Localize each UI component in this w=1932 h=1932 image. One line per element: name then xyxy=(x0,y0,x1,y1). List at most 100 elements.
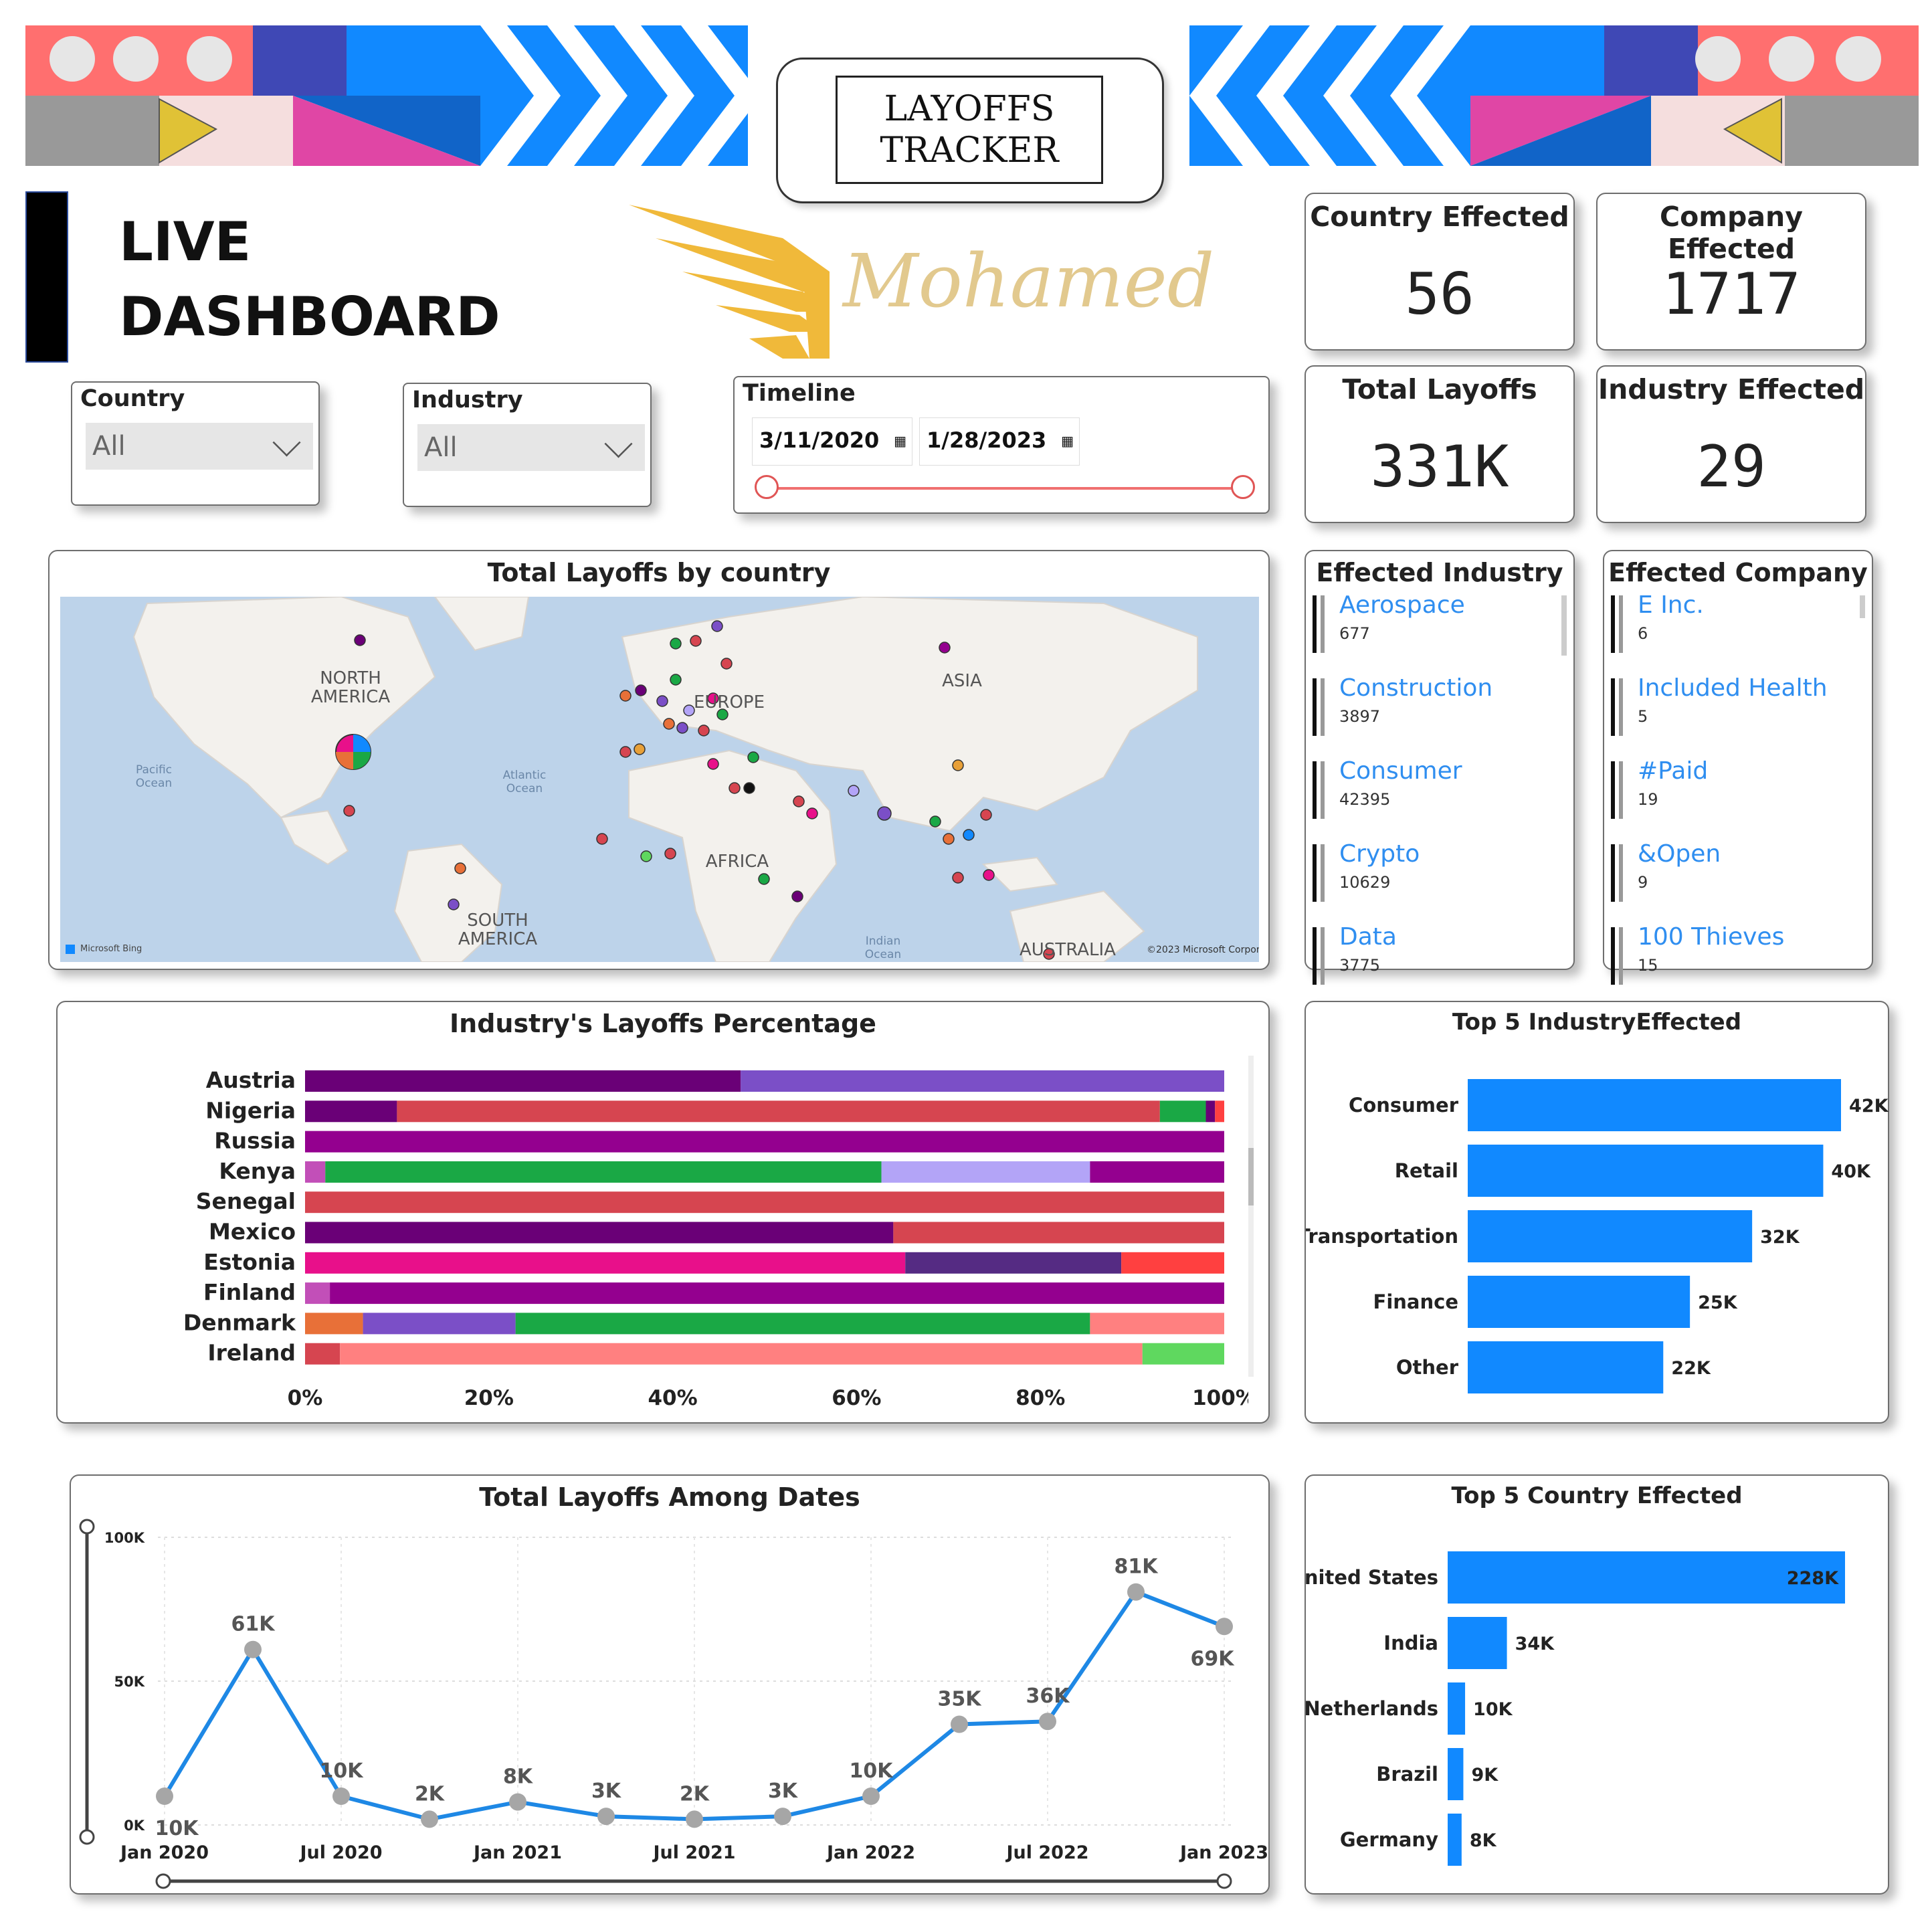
data-point[interactable] xyxy=(862,1788,880,1805)
bar-segment[interactable] xyxy=(515,1313,1090,1335)
data-label: 9K xyxy=(1471,1765,1499,1785)
bar-segment[interactable] xyxy=(893,1222,1224,1244)
scroll-thumb[interactable] xyxy=(1248,1148,1254,1205)
timeline-start-handle[interactable] xyxy=(755,475,779,499)
y-slider-handle[interactable] xyxy=(79,1829,95,1845)
company-item[interactable]: 100 Thieves 15 xyxy=(1611,923,1858,1001)
company-item[interactable]: Included Health 5 xyxy=(1611,674,1858,752)
bar-segment[interactable] xyxy=(881,1161,1090,1183)
data-point[interactable] xyxy=(951,1715,968,1733)
y-slider-handle[interactable] xyxy=(79,1519,95,1535)
bar-segment[interactable] xyxy=(1159,1100,1206,1123)
company-item[interactable]: E Inc. 6 xyxy=(1611,591,1858,669)
x-tick-label: Jan 2021 xyxy=(472,1842,562,1863)
bar-segment[interactable] xyxy=(305,1252,906,1274)
industry-item[interactable]: Crypto 10629 xyxy=(1313,840,1560,918)
data-point[interactable] xyxy=(774,1808,791,1826)
company-name[interactable]: 100 Thieves xyxy=(1638,923,1784,951)
bar-segment[interactable] xyxy=(340,1343,1143,1365)
bar-segment[interactable] xyxy=(305,1070,741,1092)
map-ocean-atlantic-2: Ocean xyxy=(506,782,543,795)
industry-dropdown[interactable]: All xyxy=(417,424,645,471)
country-dropdown[interactable]: All xyxy=(86,423,313,470)
company-value: 15 xyxy=(1638,956,1658,975)
kpi-industry-value: 29 xyxy=(1697,433,1766,500)
company-name[interactable]: #Paid xyxy=(1638,757,1708,785)
data-point[interactable] xyxy=(1216,1618,1233,1636)
x-slider-handle[interactable] xyxy=(155,1873,171,1889)
effected-industry-scrollbar[interactable] xyxy=(1561,595,1567,656)
bar-segment[interactable] xyxy=(305,1313,363,1335)
bar-segment[interactable] xyxy=(1142,1343,1224,1365)
bar-segment[interactable] xyxy=(325,1161,882,1183)
bar-segment[interactable] xyxy=(305,1222,894,1244)
bar-segment[interactable] xyxy=(1215,1100,1224,1123)
industry-item[interactable]: Construction 3897 xyxy=(1313,674,1560,752)
industry-item[interactable]: Consumer 42395 xyxy=(1313,757,1560,835)
industry-name[interactable]: Aerospace xyxy=(1339,591,1465,619)
industry-name[interactable]: Data xyxy=(1339,923,1397,951)
data-point[interactable] xyxy=(597,1808,615,1826)
bar-segment[interactable] xyxy=(741,1070,1224,1092)
map-label-africa: AFRICA xyxy=(706,852,769,872)
bar-segment[interactable] xyxy=(330,1282,1224,1305)
x-slider-handle[interactable] xyxy=(1216,1873,1232,1889)
industry-name[interactable]: Construction xyxy=(1339,674,1492,702)
bar[interactable] xyxy=(1468,1145,1824,1197)
bar-segment[interactable] xyxy=(305,1131,1224,1153)
data-point[interactable] xyxy=(1127,1583,1145,1601)
company-item[interactable]: #Paid 19 xyxy=(1611,757,1858,835)
company-name[interactable]: &Open xyxy=(1638,840,1721,868)
bar-segment[interactable] xyxy=(1121,1252,1224,1274)
bar[interactable] xyxy=(1448,1682,1466,1735)
bar-segment[interactable] xyxy=(905,1252,1122,1274)
company-item[interactable]: &Open 9 xyxy=(1611,840,1858,918)
industry-percentage-scrollbar[interactable] xyxy=(1248,1056,1254,1377)
list-marker xyxy=(1321,678,1325,736)
bar[interactable] xyxy=(1468,1341,1664,1393)
bar-segment[interactable] xyxy=(363,1313,516,1335)
data-point[interactable] xyxy=(1039,1713,1056,1731)
bar-segment[interactable] xyxy=(1090,1161,1224,1183)
data-point[interactable] xyxy=(156,1788,173,1805)
category-label: Russia xyxy=(214,1128,296,1154)
data-point[interactable] xyxy=(421,1810,438,1828)
effected-company-scrollbar[interactable] xyxy=(1860,595,1865,618)
timeline-end-handle[interactable] xyxy=(1231,475,1255,499)
world-map[interactable]: NORTH AMERICA EUROPE ASIA AFRICA SOUTH A… xyxy=(60,597,1259,962)
bar[interactable] xyxy=(1448,1748,1464,1800)
data-point[interactable] xyxy=(509,1793,526,1811)
bar[interactable] xyxy=(1448,1617,1507,1669)
data-point[interactable] xyxy=(332,1788,350,1805)
industry-item[interactable]: Aerospace 677 xyxy=(1313,591,1560,669)
bar-segment[interactable] xyxy=(305,1161,326,1183)
layoffs-dates-card: Total Layoffs Among Dates 100K 50K 0K Jan 2… xyxy=(70,1474,1270,1895)
map-card: Total Layoffs by country NORTH AMERICA E… xyxy=(48,550,1270,970)
bar-segment[interactable] xyxy=(305,1282,330,1305)
industry-item[interactable]: Data 3775 xyxy=(1313,923,1560,1001)
start-date-input[interactable]: 3/11/2020 ▦ xyxy=(752,417,912,466)
bar-segment[interactable] xyxy=(397,1100,1160,1123)
industry-name[interactable]: Crypto xyxy=(1339,840,1420,868)
data-point[interactable] xyxy=(686,1810,703,1828)
calendar-icon[interactable]: ▦ xyxy=(1061,433,1074,449)
bar-segment[interactable] xyxy=(1205,1100,1216,1123)
bar-segment[interactable] xyxy=(305,1191,1224,1214)
company-name[interactable]: Included Health xyxy=(1638,674,1828,702)
bar[interactable] xyxy=(1468,1210,1753,1262)
bar-segment[interactable] xyxy=(1090,1313,1224,1335)
end-date-input[interactable]: 1/28/2023 ▦ xyxy=(919,417,1080,466)
bar[interactable] xyxy=(1448,1814,1462,1866)
y-tick-label: 100K xyxy=(104,1530,145,1546)
bar-segment[interactable] xyxy=(305,1100,397,1123)
bar-segment[interactable] xyxy=(305,1343,341,1365)
list-marker xyxy=(1619,595,1623,653)
bar[interactable] xyxy=(1468,1276,1691,1328)
industry-name[interactable]: Consumer xyxy=(1339,757,1462,785)
bar[interactable] xyxy=(1468,1079,1841,1131)
list-marker xyxy=(1321,844,1325,902)
company-name[interactable]: E Inc. xyxy=(1638,591,1704,619)
data-point[interactable] xyxy=(244,1640,262,1658)
bar[interactable] xyxy=(1448,1551,1845,1604)
calendar-icon[interactable]: ▦ xyxy=(894,433,906,449)
